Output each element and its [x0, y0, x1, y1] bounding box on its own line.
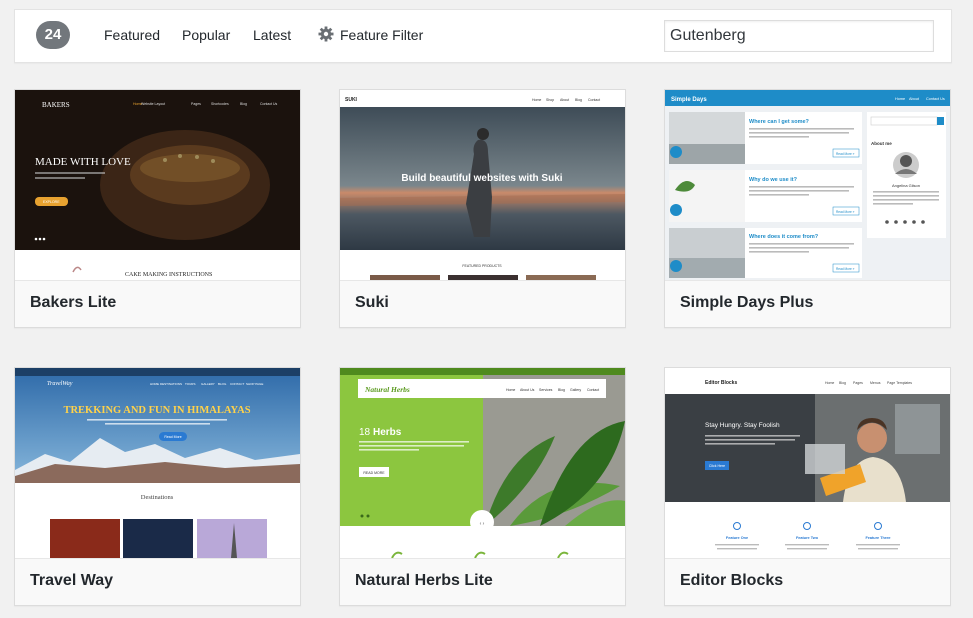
svg-text:About Us: About Us [520, 388, 535, 392]
filter-link-featured[interactable]: Featured [104, 26, 160, 44]
svg-text:Contact: Contact [587, 388, 599, 392]
svg-text:Feature One: Feature One [726, 536, 748, 540]
preview-brand: TravelWay [47, 381, 73, 387]
theme-count-badge: 24 [36, 21, 70, 49]
svg-text:Blog: Blog [839, 381, 846, 385]
theme-card-editor-blocks[interactable]: Editor Blocks Home Blog Pages Menus Page… [664, 367, 951, 606]
svg-text:SHOP PAGE: SHOP PAGE [246, 382, 263, 386]
svg-text:Home: Home [825, 381, 834, 385]
svg-text:Contact: Contact [588, 98, 600, 102]
theme-screenshot: Simple Days Home About Contact Us Where … [665, 90, 950, 280]
preview-post-title: Where can I get some? [749, 119, 810, 125]
svg-text:Blog: Blog [240, 102, 247, 106]
svg-text:Home: Home [506, 388, 515, 392]
svg-text:TOURS: TOURS [185, 382, 195, 386]
svg-text:BLOG: BLOG [218, 382, 227, 386]
preview-section-title: CAKE MAKING INSTRUCTIONS [125, 272, 212, 278]
filter-link-popular[interactable]: Popular [182, 26, 230, 44]
svg-text:Shortcodes: Shortcodes [211, 102, 229, 106]
svg-text:Read More »: Read More » [836, 210, 855, 214]
theme-card-simple-days-plus[interactable]: Simple Days Home About Contact Us Where … [664, 89, 951, 328]
svg-text:Shop: Shop [546, 98, 554, 102]
svg-text:READ MORE: READ MORE [363, 471, 385, 475]
preview-headline: TREKKING AND FUN IN HIMALAYAS [63, 405, 250, 416]
svg-text:Blog: Blog [558, 388, 565, 392]
svg-text:Gallery: Gallery [570, 388, 581, 392]
theme-name: Editor Blocks [680, 572, 784, 589]
svg-text:About: About [560, 98, 569, 102]
preview-headline: Stay Hungry. Stay Foolish [705, 422, 780, 429]
theme-screenshot: TravelWay HOME DESTINATIONS TOURS GALLER… [15, 368, 300, 558]
theme-name: Simple Days Plus [680, 294, 814, 311]
svg-text:Home: Home [532, 98, 541, 102]
svg-text:Services: Services [539, 388, 553, 392]
theme-name: Bakers Lite [30, 294, 117, 311]
preview-headline: MADE WITH LOVE [35, 156, 131, 168]
svg-text:Home: Home [895, 97, 905, 101]
preview-brand: SUKI [345, 97, 358, 103]
preview-brand: BAKERS [42, 101, 70, 109]
theme-card-natural-herbs-lite[interactable]: Natural Herbs Home About Us Services Blo… [339, 367, 626, 606]
preview-section-title: Destinations [141, 494, 174, 501]
svg-text:CONTACT: CONTACT [230, 382, 244, 386]
svg-text:About: About [909, 97, 920, 101]
svg-text:Angelina Gilson: Angelina Gilson [892, 183, 920, 188]
svg-text:Menus: Menus [870, 381, 881, 385]
filter-link-latest[interactable]: Latest [253, 26, 291, 44]
theme-screenshot: Natural Herbs Home About Us Services Blo… [340, 368, 625, 558]
feature-filter-link[interactable]: Feature Filter [340, 26, 423, 44]
theme-screenshot: SUKI Home Shop About Blog Contact Build … [340, 90, 625, 280]
svg-text:Read More »: Read More » [836, 267, 855, 271]
svg-text:Website Layout: Website Layout [141, 102, 165, 106]
theme-name: Suki [355, 294, 389, 311]
svg-text:HOME: HOME [150, 382, 159, 386]
preview-headline-word: Herbs [373, 427, 402, 438]
svg-text:GALLERY: GALLERY [201, 382, 215, 386]
preview-headline-number: 18 [359, 427, 371, 438]
preview-headline: Build beautiful websites with Suki [401, 173, 562, 184]
svg-text:Page Templates: Page Templates [887, 381, 912, 385]
svg-text:Feature Three: Feature Three [865, 536, 890, 540]
preview-post-title: Where does it come from? [749, 234, 819, 240]
gear-icon[interactable] [318, 26, 334, 42]
theme-filter-bar: 24 Featured Popular Latest Feature Filte… [14, 9, 952, 63]
svg-text:Feature Two: Feature Two [796, 536, 819, 540]
preview-brand: Natural Herbs [364, 385, 410, 394]
svg-text:Pages: Pages [191, 102, 201, 106]
svg-text:Contact Us: Contact Us [926, 97, 945, 101]
svg-text:EXPLORE: EXPLORE [43, 200, 60, 204]
svg-text:DESTINATIONS: DESTINATIONS [160, 382, 182, 386]
preview-brand: Simple Days [671, 97, 707, 103]
preview-brand: Editor Blocks [705, 380, 737, 386]
theme-screenshot: BAKERS Home Website Layout Pages Shortco… [15, 90, 300, 280]
svg-text:Click Here: Click Here [709, 464, 725, 468]
theme-name: Natural Herbs Lite [355, 572, 493, 589]
preview-post-title: Why do we use it? [749, 177, 798, 183]
svg-text:Read More »: Read More » [836, 152, 855, 156]
svg-text:Pages: Pages [853, 381, 863, 385]
theme-name: Travel Way [30, 572, 114, 589]
svg-text:Blog: Blog [575, 98, 582, 102]
theme-card-bakers-lite[interactable]: BAKERS Home Website Layout Pages Shortco… [14, 89, 301, 328]
svg-text:Read More: Read More [164, 435, 181, 439]
svg-text:About me: About me [871, 141, 892, 146]
theme-screenshot: Editor Blocks Home Blog Pages Menus Page… [665, 368, 950, 558]
theme-card-travel-way[interactable]: TravelWay HOME DESTINATIONS TOURS GALLER… [14, 367, 301, 606]
theme-search-input[interactable] [664, 20, 934, 52]
svg-text:Contact Us: Contact Us [260, 102, 278, 106]
theme-card-suki[interactable]: SUKI Home Shop About Blog Contact Build … [339, 89, 626, 328]
preview-section-title: FEATURED PRODUCTS [462, 264, 502, 268]
